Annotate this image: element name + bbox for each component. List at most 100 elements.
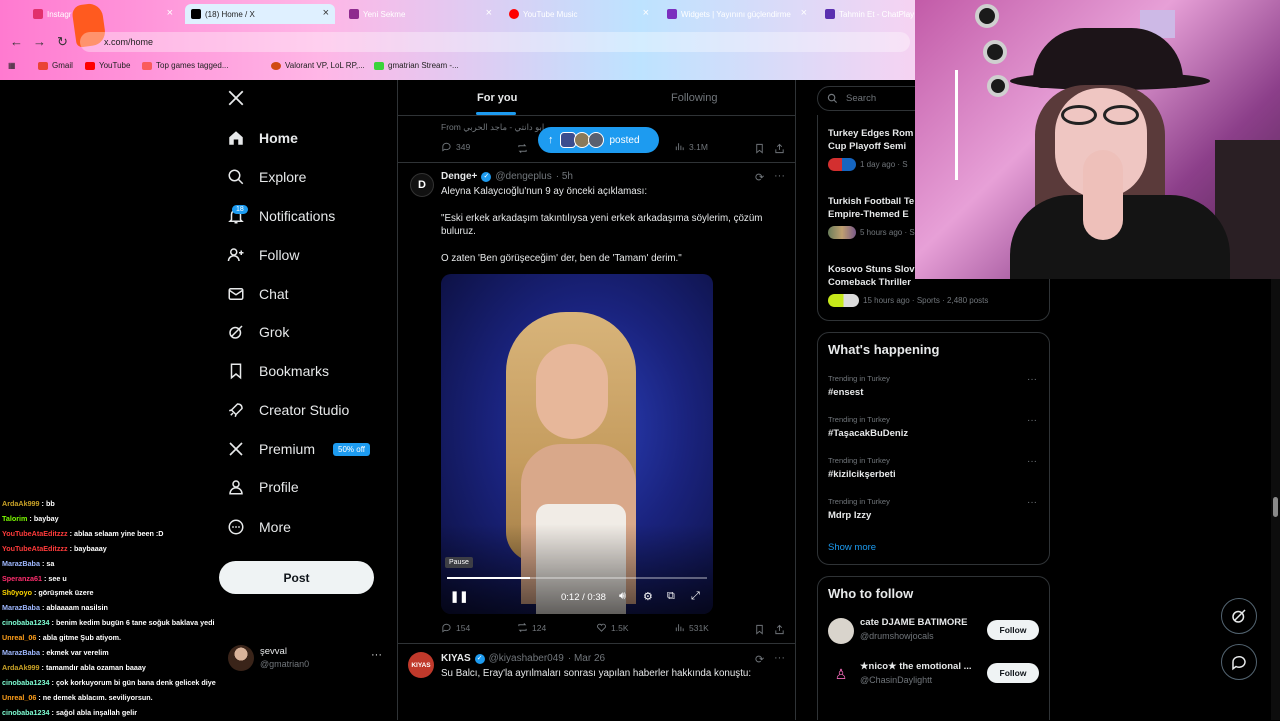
like-count[interactable]: 1.5K <box>596 622 629 633</box>
author-handle[interactable]: @dengeplus <box>495 171 551 182</box>
trend-name[interactable]: #ensest <box>828 387 863 398</box>
bookmark-gmail[interactable]: Gmail <box>38 61 73 70</box>
tab-following[interactable]: Following <box>671 92 717 104</box>
sidebar-item-chat[interactable]: Chat <box>227 285 289 303</box>
search-input[interactable]: Search <box>817 86 927 111</box>
sidebar-item-profile[interactable]: Profile <box>227 478 299 496</box>
sidebar-item-premium[interactable]: Premium 50% off <box>227 440 370 458</box>
reload-icon[interactable]: ↻ <box>57 34 68 50</box>
fullscreen-icon[interactable]: ⤢ <box>691 590 700 603</box>
follow-name[interactable]: cate DJAME BATIMORE <box>860 617 968 628</box>
avatar[interactable]: KIYAS <box>408 652 434 678</box>
browser-tab[interactable]: Tahmin Et - ChatPlay <box>819 4 915 24</box>
forward-icon[interactable]: → <box>33 34 46 49</box>
bookmark-icon[interactable] <box>754 141 765 159</box>
bookmark-valorant[interactable]: Valorant VP, LoL RP,... <box>271 61 365 70</box>
grok-icon[interactable]: ⟳ <box>755 171 764 184</box>
sidebar-item-explore[interactable]: Explore <box>227 168 306 186</box>
follow-button[interactable]: Follow <box>987 663 1039 683</box>
tab-for-you[interactable]: For you <box>477 92 517 104</box>
back-icon[interactable]: ← <box>10 34 23 49</box>
tweet-time[interactable]: · 5h <box>556 171 573 182</box>
news-item[interactable]: Turkish Football Te Empire-Themed E 5 ho… <box>828 195 915 239</box>
account-switcher[interactable]: şevval @gmatrian0 ··· <box>228 643 388 675</box>
author-name[interactable]: Denge+ <box>441 171 477 182</box>
trend-name[interactable]: #kizilcikşerbeti <box>828 469 896 480</box>
pause-icon[interactable]: ❚❚ <box>450 590 468 603</box>
video-progress-track[interactable] <box>447 577 707 579</box>
author-handle[interactable]: @kiyashaber049 <box>489 653 564 664</box>
view-count[interactable]: 3.1M <box>674 141 708 152</box>
view-count[interactable]: 531K <box>674 622 709 633</box>
sidebar-item-home[interactable]: Home <box>227 129 298 147</box>
sidebar-item-more[interactable]: More <box>227 518 291 536</box>
bookmark-youtube[interactable]: YouTube <box>85 61 130 70</box>
grok-icon[interactable]: ⟳ <box>755 653 764 666</box>
wall-decor <box>987 75 1009 97</box>
more-icon[interactable]: ··· <box>1027 497 1037 508</box>
close-icon[interactable]: × <box>167 7 173 19</box>
account-handle: @gmatrian0 <box>260 659 310 669</box>
chat-username: cinobaba1234 <box>2 707 50 717</box>
chat-username: Unreal_06 <box>2 692 37 702</box>
close-icon[interactable]: × <box>486 7 492 19</box>
close-icon[interactable]: × <box>643 7 649 19</box>
follow-button[interactable]: Follow <box>987 620 1039 640</box>
sidebar-item-bookmarks[interactable]: Bookmarks <box>227 362 329 380</box>
author-name[interactable]: KIYAS <box>441 653 471 664</box>
wall-decor <box>983 40 1007 64</box>
news-item[interactable]: Turkey Edges Rom Cup Playoff Semi 1 day … <box>828 127 913 171</box>
follow-handle[interactable]: @drumshowjocals <box>860 631 934 641</box>
scrollbar-thumb[interactable] <box>1273 497 1278 517</box>
bookmark-icon[interactable] <box>754 622 765 640</box>
x-logo-icon[interactable] <box>227 89 245 112</box>
show-more-link[interactable]: Show more <box>828 542 876 553</box>
settings-icon[interactable]: ⚙ <box>643 590 653 603</box>
more-icon[interactable]: ··· <box>1027 456 1037 467</box>
share-icon[interactable] <box>774 141 785 159</box>
tweet-header: KIYAS ✓ @kiyashaber049 · Mar 26 <box>441 653 605 664</box>
more-icon[interactable]: ··· <box>1027 415 1037 426</box>
follow-handle[interactable]: @ChasinDaylightt <box>860 675 932 685</box>
browser-tab[interactable]: YouTube Music × <box>503 4 655 24</box>
more-icon[interactable]: ··· <box>774 652 785 664</box>
more-icon[interactable]: ··· <box>371 649 382 661</box>
url-field[interactable]: x.com/home <box>80 32 910 52</box>
tweet-time[interactable]: · Mar 26 <box>568 653 605 664</box>
sidebar-item-creator-studio[interactable]: Creator Studio <box>227 401 349 419</box>
bookmark-gmatrian[interactable]: gmatrian Stream -... <box>374 61 459 70</box>
arrow-up-icon: ↑ <box>548 134 554 146</box>
picture-in-picture-icon[interactable]: ⧉ <box>667 590 675 603</box>
post-button[interactable]: Post <box>219 561 374 594</box>
more-icon[interactable]: ··· <box>774 170 785 182</box>
avatar[interactable]: ♙ <box>828 661 854 687</box>
close-icon[interactable]: × <box>323 7 329 19</box>
repost-count[interactable]: 124 <box>517 622 546 633</box>
more-icon[interactable]: ··· <box>1027 374 1037 385</box>
apps-icon[interactable]: ▦ <box>8 61 16 70</box>
reply-count[interactable]: 349 <box>441 141 470 152</box>
browser-tab[interactable]: Widgets | Yayınını güçlendirme × <box>661 4 813 24</box>
grok-floating-button[interactable] <box>1221 598 1257 634</box>
bookmark-top-games[interactable]: Top games tagged... <box>142 61 229 70</box>
reply-count[interactable]: 154 <box>441 622 470 633</box>
sidebar-item-follow[interactable]: Follow <box>227 246 299 264</box>
instagram-icon <box>33 9 43 19</box>
trend-name[interactable]: #TaşacakBuDeniz <box>828 428 908 439</box>
volume-icon[interactable]: 🔊︎ <box>619 590 626 603</box>
share-icon[interactable] <box>774 622 785 640</box>
sidebar-item-grok[interactable]: Grok <box>227 323 289 341</box>
led-light <box>955 70 958 180</box>
messages-floating-button[interactable] <box>1221 644 1257 680</box>
avatar[interactable] <box>828 618 854 644</box>
repost-icon[interactable] <box>517 141 528 159</box>
follow-name[interactable]: ★nico★ the emotional ... <box>860 661 972 672</box>
avatar[interactable]: D <box>410 173 434 197</box>
browser-tab-active[interactable]: (18) Home / X × <box>185 4 335 24</box>
trend-name[interactable]: Mdrp Izzy <box>828 510 871 521</box>
tweet-video[interactable]: Pause ❚❚ 0:12 / 0:38 🔊︎ ⚙ ⧉ ⤢ <box>441 274 713 614</box>
chat-text: tamamdır abla ozaman baaay <box>45 662 146 672</box>
new-posts-pill[interactable]: ↑ posted <box>538 127 659 153</box>
browser-tab[interactable]: Yeni Sekme × <box>343 4 498 24</box>
close-icon[interactable]: × <box>801 7 807 19</box>
